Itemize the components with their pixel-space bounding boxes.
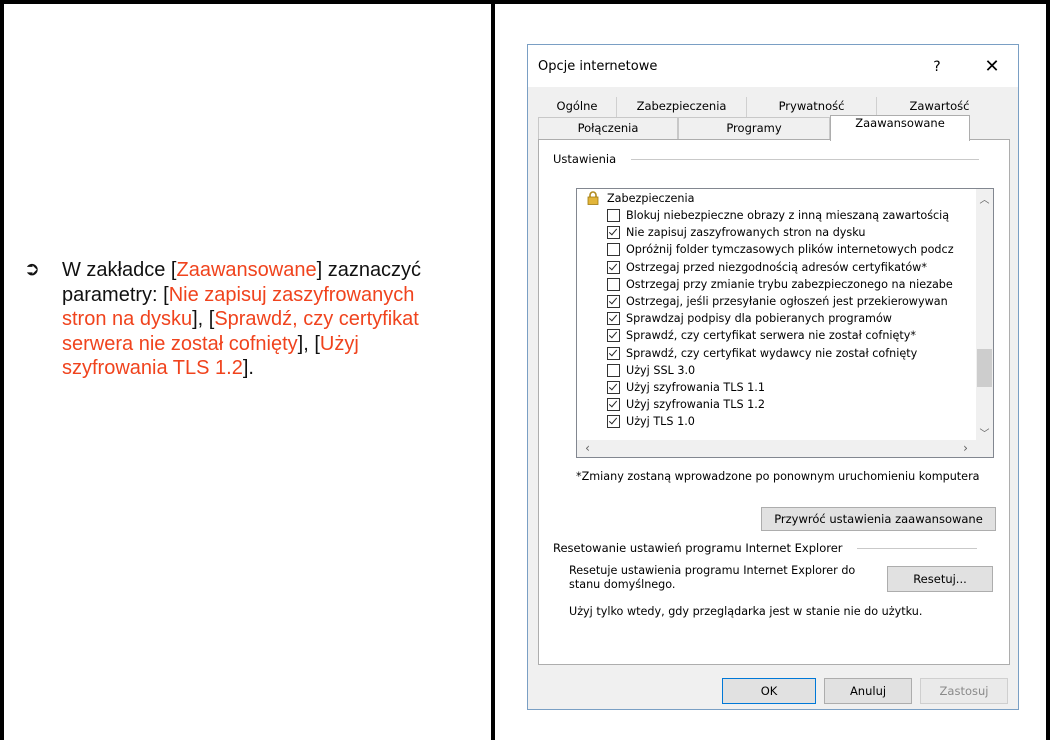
title-bar: Opcje internetowe ? ✕ [528, 45, 1018, 87]
cancel-button[interactable]: Anuluj [824, 678, 912, 704]
reset-description: Resetuje ustawienia programu Internet Ex… [569, 564, 856, 591]
restore-advanced-button[interactable]: Przywróć ustawienia zaawansowane [761, 507, 996, 531]
list-item[interactable]: Użyj szyfrowania TLS 1.1 [577, 379, 969, 396]
list-item[interactable]: Nie zapisuj zaszyfrowanych stron na dysk… [577, 224, 969, 241]
horizontal-scrollbar[interactable]: ‹ › [577, 440, 993, 457]
table-border-divider [491, 0, 495, 740]
tab-content[interactable]: Zawartość [876, 97, 1002, 117]
list-category-row: Zabezpieczenia [577, 190, 969, 207]
scroll-up-icon[interactable]: ︿ [976, 191, 993, 206]
settings-group-line [631, 159, 979, 160]
checkbox-checked[interactable] [607, 295, 620, 308]
table-border-left [0, 0, 4, 740]
list-item[interactable]: Użyj TLS 1.0 [577, 413, 969, 430]
advanced-tab-panel: Ustawienia Zabezpieczenia Blokuj niebezp… [538, 139, 1010, 665]
reset-group-label: Resetowanie ustawień programu Internet E… [553, 541, 847, 555]
vertical-scrollbar[interactable]: ︿ ﹀ [976, 189, 993, 440]
checkbox-checked[interactable] [607, 226, 620, 240]
instruction-text: ➲ W zakładce [Zaawansowane] zaznaczyć pa… [24, 258, 462, 381]
checkbox-checked[interactable] [607, 381, 620, 394]
list-item[interactable]: Blokuj niebezpieczne obrazy z inną miesz… [577, 207, 969, 224]
list-item-label: Nie zapisuj zaszyfrowanych stron na dysk… [626, 226, 866, 240]
list-item[interactable]: Sprawdź, czy certyfikat wydawcy nie zost… [577, 345, 969, 362]
tab-connections[interactable]: Połączenia [538, 117, 678, 139]
checkbox-unchecked[interactable] [607, 363, 620, 377]
list-item-label: Użyj szyfrowania TLS 1.1 [626, 381, 765, 394]
list-item[interactable]: Ostrzegaj przed niezgodnością adresów ce… [577, 259, 969, 276]
checkbox-checked[interactable] [607, 398, 620, 412]
list-item[interactable]: Sprawdzaj podpisy dla pobieranych progra… [577, 310, 969, 327]
checkbox-unchecked[interactable] [607, 277, 620, 291]
tab-general[interactable]: Ogólne [538, 97, 616, 117]
instruction-part: W zakładce [ [62, 259, 177, 281]
checkbox-checked[interactable] [607, 260, 620, 274]
list-item-label: Ostrzegaj, jeśli przesyłanie ogłoszeń je… [626, 295, 948, 308]
checkbox-unchecked[interactable] [607, 243, 620, 257]
reset-button[interactable]: Resetuj... [887, 566, 993, 592]
list-item-label: Użyj szyfrowania TLS 1.2 [626, 398, 765, 412]
list-item-label: Użyj SSL 3.0 [626, 363, 696, 377]
checkbox-checked[interactable] [607, 312, 620, 326]
list-category-label: Zabezpieczenia [607, 192, 695, 205]
apply-button[interactable]: Zastosuj [920, 678, 1008, 704]
settings-group-label: Ustawienia [553, 152, 621, 166]
instruction-part: ], [ [192, 308, 215, 330]
tab-security[interactable]: Zabezpieczenia [616, 97, 746, 117]
checkbox-checked[interactable] [607, 346, 620, 360]
tab-advanced[interactable]: Zaawansowane [830, 115, 970, 141]
list-item-label: Ostrzegaj przed niezgodnością adresów ce… [626, 260, 927, 274]
tab-privacy[interactable]: Prywatność [746, 97, 876, 117]
settings-list[interactable]: Zabezpieczenia Blokuj niebezpieczne obra… [576, 188, 994, 458]
scroll-thumb[interactable] [977, 349, 992, 387]
highlight-tab-name: Zaawansowane [176, 259, 317, 281]
lock-icon [587, 191, 599, 205]
instruction-part: ], [ [297, 332, 320, 355]
list-item-label: Sprawdź, czy certyfikat wydawcy nie zost… [626, 346, 918, 360]
table-border-right [1046, 0, 1050, 740]
scroll-left-icon[interactable]: ‹ [579, 441, 596, 455]
tab-programs[interactable]: Programy [678, 117, 830, 139]
arrow-bullet-icon: ➲ [24, 259, 40, 280]
checkbox-checked[interactable] [607, 329, 620, 343]
list-item-label: Opróżnij folder tymczasowych plików inte… [626, 243, 954, 257]
reset-group-line [857, 548, 977, 549]
scroll-down-icon[interactable]: ﹀ [976, 425, 993, 440]
dialog-title: Opcje internetowe [538, 59, 658, 74]
list-item[interactable]: Sprawdź, czy certyfikat serwera nie zost… [577, 327, 969, 344]
list-item-label: Blokuj niebezpieczne obrazy z inną miesz… [626, 209, 950, 222]
list-item-label: Sprawdź, czy certyfikat serwera nie zost… [626, 329, 916, 343]
list-item[interactable]: Użyj SSL 3.0 [577, 362, 969, 379]
list-item[interactable]: Ostrzegaj przy zmianie trybu zabezpieczo… [577, 276, 969, 293]
close-button[interactable]: ✕ [980, 56, 1004, 78]
table-border-top [0, 0, 1050, 4]
reset-warning: Użyj tylko wtedy, gdy przeglądarka jest … [569, 605, 923, 618]
list-item-label: Sprawdzaj podpisy dla pobieranych progra… [626, 312, 892, 326]
internet-options-dialog: Opcje internetowe ? ✕ Ogólne Zabezpiecze… [527, 44, 1019, 710]
checkbox-unchecked[interactable] [607, 209, 620, 222]
scroll-right-icon[interactable]: › [957, 441, 974, 455]
restart-note: *Zmiany zostaną wprowadzone po ponownym … [576, 470, 980, 483]
list-item[interactable]: Użyj szyfrowania TLS 1.2 [577, 396, 969, 413]
list-item[interactable]: Ostrzegaj, jeśli przesyłanie ogłoszeń je… [577, 293, 969, 310]
ok-button[interactable]: OK [722, 678, 816, 704]
checkbox-checked[interactable] [607, 415, 620, 429]
list-item-label: Ostrzegaj przy zmianie trybu zabezpieczo… [626, 277, 953, 291]
list-item-label: Użyj TLS 1.0 [626, 415, 695, 429]
instruction-part: ]. [242, 357, 254, 379]
help-button[interactable]: ? [926, 56, 948, 78]
list-item[interactable]: Opróżnij folder tymczasowych plików inte… [577, 241, 969, 258]
